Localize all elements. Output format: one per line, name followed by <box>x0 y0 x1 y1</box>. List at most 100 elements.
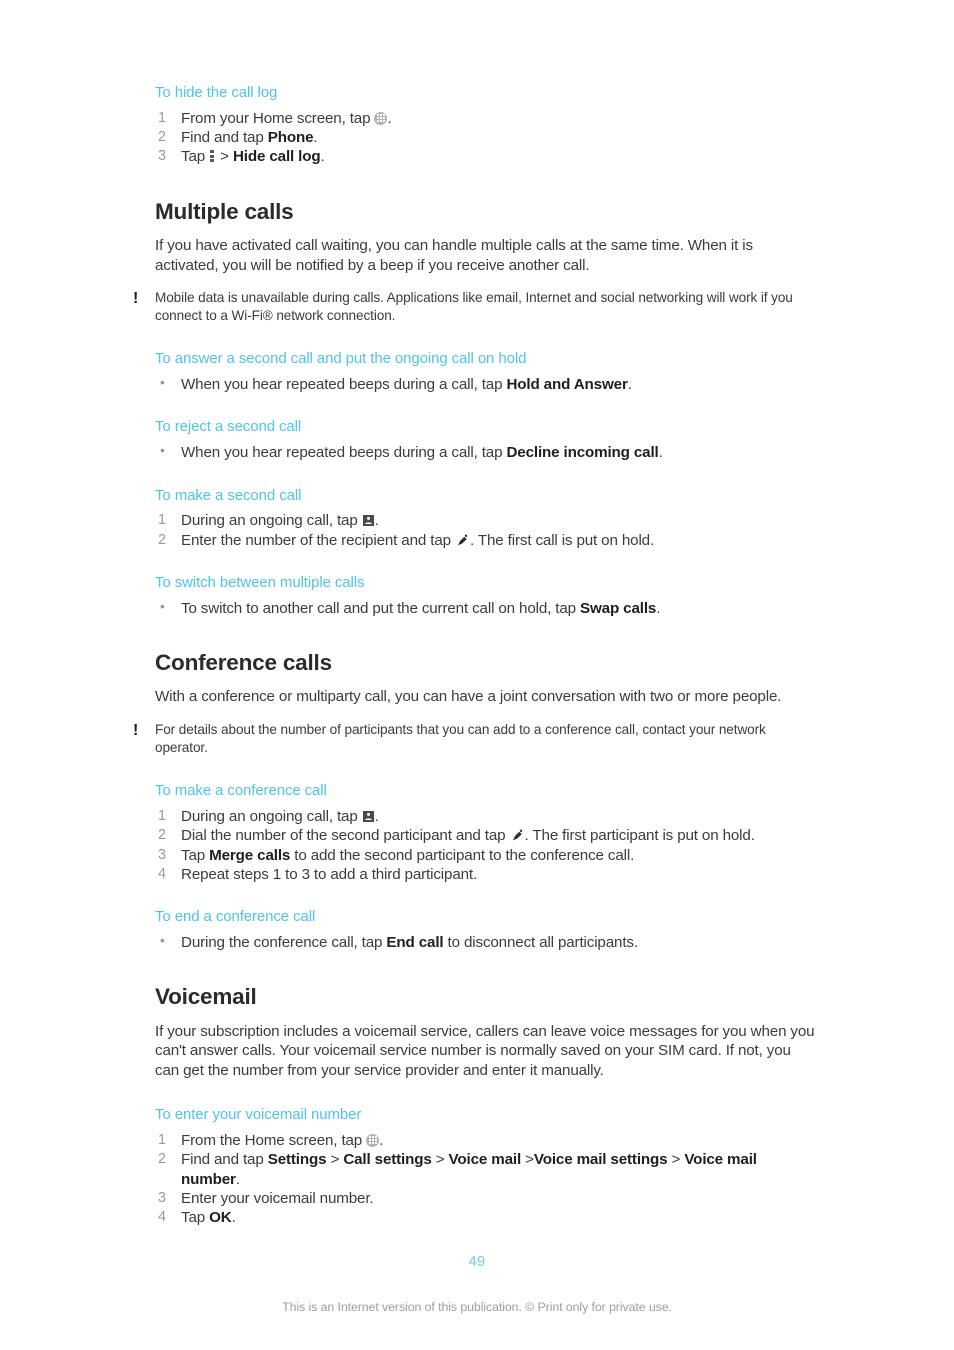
note-text: For details about the number of particip… <box>155 721 766 755</box>
step-number: 3 <box>158 148 166 165</box>
step-text-post: . <box>379 1131 384 1149</box>
dialpad-icon <box>362 811 374 823</box>
task-end-conference-call: To end a conference call • During the co… <box>155 908 815 952</box>
step-text-pre: Repeat steps 1 to 3 to add a third parti… <box>181 865 478 883</box>
list-item: 3 Enter your voicemail number. <box>155 1189 815 1208</box>
step-text-post: to add the second participant to the con… <box>290 846 635 864</box>
step-text-post: . <box>374 512 379 530</box>
path-separator: > <box>525 1151 534 1169</box>
list-item: • During the conference call, tap End ca… <box>155 931 815 952</box>
dialpad-icon <box>362 515 374 527</box>
step-number: 4 <box>158 1209 166 1226</box>
step-text-post: . The first participant is put on hold. <box>524 827 755 845</box>
list-item: 4 Repeat steps 1 to 3 to add a third par… <box>155 865 815 884</box>
step-number: 2 <box>158 1151 166 1168</box>
page-number: 49 <box>468 1254 486 1270</box>
step-number: 2 <box>158 531 166 548</box>
step-text-post: . The first call is put on hold. <box>470 531 655 549</box>
task-title-make-conference-call: To make a conference call <box>155 782 327 800</box>
step-number: 3 <box>158 1189 166 1206</box>
task-answer-second-call: To answer a second call and put the ongo… <box>155 350 815 394</box>
step-number: 1 <box>158 808 166 825</box>
step-number: 1 <box>158 512 166 529</box>
page-title-voicemail: Voicemail <box>155 984 257 1010</box>
path-segment: Voice mail <box>444 1151 526 1169</box>
step-number: 4 <box>158 865 166 882</box>
path-segment: Call settings <box>339 1151 436 1169</box>
section-voicemail: Voicemail If your subscription includes … <box>155 984 815 1080</box>
path-separator: > <box>671 1151 681 1169</box>
step-text-pre: Find and tap <box>181 129 268 147</box>
step-text-pre: During an ongoing call, tap <box>181 808 362 826</box>
list-item: 2 Enter the number of the recipient and … <box>155 531 815 550</box>
task-switch-between-calls: To switch between multiple calls • To sw… <box>155 574 815 618</box>
ui-label-phone: Phone <box>267 129 314 147</box>
list-item: 1 From the Home screen, tap . <box>155 1131 815 1150</box>
exclamation-icon: ! <box>133 721 139 739</box>
path-segment: Settings <box>267 1151 331 1169</box>
step-text-pre: From your Home screen, tap <box>181 109 375 127</box>
step-list-make-second-call: 1 During an ongoing call, tap . 2 Enter … <box>155 511 815 550</box>
step-text-post: . <box>235 1170 240 1188</box>
bullet-icon: • <box>160 442 165 459</box>
bullet-text-post: . <box>627 376 632 394</box>
list-item: 3 Tap > Hide call log. <box>155 147 815 166</box>
bullet-icon: • <box>160 374 165 391</box>
list-item: 3 Tap Merge calls to add the second part… <box>155 846 815 865</box>
step-list-make-conference-call: 1 During an ongoing call, tap . 2 Dial t… <box>155 807 815 884</box>
step-text-post: . <box>374 808 379 826</box>
bullet-icon: • <box>160 597 165 614</box>
step-number: 1 <box>158 109 166 126</box>
step-text-post: . <box>313 129 318 147</box>
step-text-pre: Find and tap <box>181 1151 268 1169</box>
ui-label-hold-and-answer: Hold and Answer <box>506 376 628 394</box>
bullet-text-post: to disconnect all participants. <box>443 933 639 951</box>
step-text-pre: Tap <box>181 1209 210 1227</box>
step-list-enter-voicemail-number: 1 From the Home screen, tap . 2 Find and… <box>155 1131 815 1227</box>
bullet-icon: • <box>160 931 165 948</box>
ui-label-end-call: End call <box>386 933 444 951</box>
task-title-switch-between-calls: To switch between multiple calls <box>155 573 365 591</box>
list-item: • When you hear repeated beeps during a … <box>155 374 815 394</box>
note-block: ! Mobile data is unavailable during call… <box>133 289 815 324</box>
step-text-pre: Tap <box>181 148 210 166</box>
step-number: 3 <box>158 846 166 863</box>
bullet-text-pre: To switch to another call and put the cu… <box>181 599 581 617</box>
list-item: 1 During an ongoing call, tap . <box>155 511 815 530</box>
page-content: To hide the call log 1 From your Home sc… <box>133 84 815 1227</box>
path-separator: > <box>330 1151 340 1169</box>
exclamation-icon: ! <box>133 290 139 308</box>
call-handset-icon <box>456 534 469 546</box>
step-number: 2 <box>158 827 166 844</box>
step-text-pre: Dial the number of the second participan… <box>181 827 510 845</box>
call-handset-icon <box>511 829 524 841</box>
bullet-list-end-conference-call: • During the conference call, tap End ca… <box>155 931 815 952</box>
ui-settings-path: Settings > Call settings > Voice mail >V… <box>181 1151 757 1187</box>
ui-label-decline-incoming-call: Decline incoming call <box>506 444 659 462</box>
step-text-pre: Enter the number of the recipient and ta… <box>181 531 456 549</box>
task-title-make-second-call: To make a second call <box>155 486 302 504</box>
overflow-menu-icon <box>210 150 215 163</box>
task-title-hide-call-log: To hide the call log <box>155 84 278 101</box>
task-title-end-conference-call: To end a conference call <box>155 908 316 926</box>
list-item: 2 Find and tap Settings > Call settings … <box>155 1150 815 1189</box>
section-conference-calls: Conference calls With a conference or mu… <box>133 649 815 756</box>
path-segment: Voice mail settings <box>533 1151 672 1169</box>
step-text-pre: Tap <box>181 846 210 864</box>
bullet-text-pre: When you hear repeated beeps during a ca… <box>181 444 507 462</box>
list-item: 2 Dial the number of the second particip… <box>155 826 815 845</box>
intro-paragraph: If your subscription includes a voicemai… <box>155 1022 815 1079</box>
bullet-text-pre: During the conference call, tap <box>181 933 387 951</box>
step-text-mid: > <box>216 148 233 166</box>
step-text-post: . <box>387 109 392 127</box>
page-title-multiple-calls: Multiple calls <box>155 198 294 224</box>
task-title-answer-second-call: To answer a second call and put the ongo… <box>155 350 527 368</box>
bullet-list-reject-second-call: • When you hear repeated beeps during a … <box>155 442 815 462</box>
list-item: 1 During an ongoing call, tap . <box>155 807 815 826</box>
note-block: ! For details about the number of partic… <box>133 721 815 756</box>
ui-label-hide-call-log: Hide call log <box>232 148 321 166</box>
page-title-conference-calls: Conference calls <box>155 649 332 675</box>
step-number: 1 <box>158 1131 166 1148</box>
intro-paragraph: If you have activated call waiting, you … <box>155 237 753 274</box>
task-make-conference-call: To make a conference call 1 During an on… <box>155 782 815 884</box>
